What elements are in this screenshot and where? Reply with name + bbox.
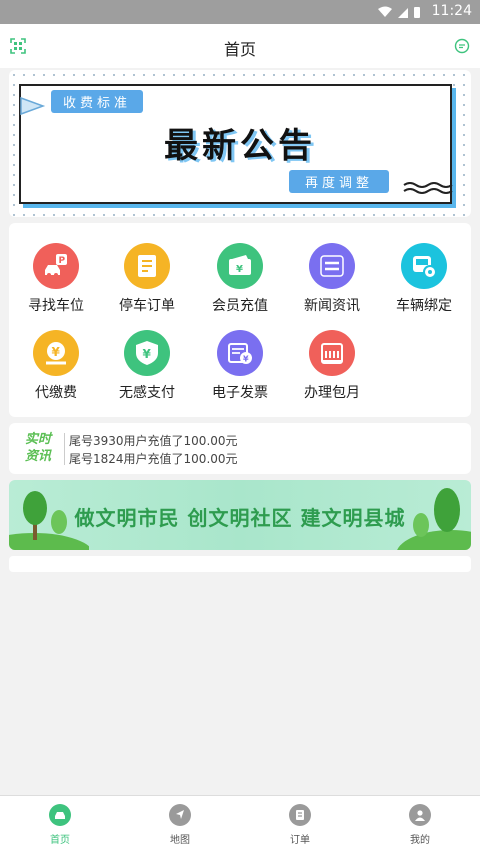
tab-label: 我的 bbox=[410, 835, 430, 846]
order-icon bbox=[289, 804, 311, 826]
grid-item-label: 办理包月 bbox=[304, 385, 360, 401]
svg-text:¥: ¥ bbox=[243, 355, 249, 364]
wallet-recharge-icon: ¥ bbox=[217, 243, 263, 289]
banner-tag-top: 收费标准 bbox=[51, 90, 144, 113]
user-icon bbox=[409, 804, 431, 826]
divider bbox=[64, 433, 65, 465]
banner-headline: 最新公告 bbox=[164, 126, 316, 166]
message-icon[interactable] bbox=[454, 38, 470, 54]
grid-item-monthly-pass[interactable]: 办理包月 bbox=[286, 330, 378, 402]
news-tag: 实时 资讯 bbox=[24, 432, 51, 464]
svg-text:¥: ¥ bbox=[52, 345, 61, 359]
order-list-icon bbox=[124, 243, 170, 289]
grid-item-parking-orders[interactable]: 停车订单 bbox=[101, 243, 193, 315]
civility-promo-banner[interactable]: 做文明市民 创文明社区 建文明县城 bbox=[9, 480, 471, 550]
promo-text: 做文明市民 创文明社区 建文明县城 bbox=[74, 506, 406, 530]
parking-car-icon: P bbox=[33, 243, 79, 289]
tab-label: 首页 bbox=[50, 835, 70, 846]
svg-text:P: P bbox=[59, 256, 66, 266]
app-bar: 首页 bbox=[0, 24, 480, 68]
monthly-pass-icon bbox=[309, 330, 355, 376]
svg-text:¥: ¥ bbox=[236, 264, 243, 275]
grid-item-label: 代缴费 bbox=[35, 385, 77, 401]
page-title: 首页 bbox=[223, 40, 256, 59]
coin-payment-icon: ¥ bbox=[33, 330, 79, 376]
vehicle-settings-icon bbox=[401, 243, 447, 289]
grid-item-member-recharge[interactable]: ¥ 会员充值 bbox=[194, 243, 286, 315]
news-icon bbox=[309, 243, 355, 289]
tab-label: 地图 bbox=[170, 835, 190, 846]
grid-item-label: 电子发票 bbox=[212, 385, 268, 401]
grid-item-label: 会员充值 bbox=[212, 298, 268, 314]
tab-map[interactable]: 地图 bbox=[120, 804, 240, 846]
placeholder-strip bbox=[9, 556, 471, 572]
navigation-icon bbox=[169, 804, 191, 826]
news-line: 尾号3930用户充值了100.00元 bbox=[69, 434, 238, 448]
wave-decoration bbox=[403, 182, 453, 194]
grid-item-label: 新闻资讯 bbox=[304, 298, 360, 314]
grid-item-label: 无感支付 bbox=[119, 385, 175, 401]
grid-item-seamless-pay[interactable]: ¥ 无感支付 bbox=[101, 330, 193, 402]
grid-item-news[interactable]: 新闻资讯 bbox=[286, 243, 378, 315]
banner-tag-bottom: 再度调整 bbox=[289, 170, 390, 193]
grid-item-label: 寻找车位 bbox=[28, 298, 84, 314]
clock: 11:24 bbox=[431, 3, 472, 19]
tab-label: 订单 bbox=[290, 835, 310, 846]
grid-item-label: 停车订单 bbox=[119, 298, 175, 314]
signal-battery-icon bbox=[378, 6, 420, 18]
grid-item-e-invoice[interactable]: ¥ 电子发票 bbox=[194, 330, 286, 402]
megaphone-icon bbox=[20, 96, 46, 116]
announcement-banner[interactable]: 收费标准 最新公告 再度调整 bbox=[9, 70, 471, 217]
grid-item-label: 车辆绑定 bbox=[396, 298, 452, 314]
status-bar: 11:24 bbox=[0, 0, 480, 24]
bottom-tab-bar: 首页 地图 订单 我的 bbox=[0, 795, 480, 853]
tab-home[interactable]: 首页 bbox=[0, 804, 120, 846]
grid-item-vehicle-binding[interactable]: 车辆绑定 bbox=[378, 243, 470, 315]
tab-orders[interactable]: 订单 bbox=[240, 804, 360, 846]
yuan-shield-icon: ¥ bbox=[124, 330, 170, 376]
realtime-news[interactable]: 实时 资讯 尾号3930用户充值了100.00元 尾号1824用户充值了100.… bbox=[9, 423, 471, 474]
tab-profile[interactable]: 我的 bbox=[360, 804, 480, 846]
news-line: 尾号1824用户充值了100.00元 bbox=[69, 452, 238, 466]
function-grid: P 寻找车位 停车订单 ¥ 会员充值 新闻资讯 车辆绑定 ¥ 代缴费 ¥ 无感支… bbox=[9, 223, 471, 417]
grid-item-find-parking[interactable]: P 寻找车位 bbox=[10, 243, 102, 315]
car-icon bbox=[49, 804, 71, 826]
svg-text:¥: ¥ bbox=[143, 347, 152, 361]
invoice-icon: ¥ bbox=[217, 330, 263, 376]
grid-item-proxy-payment[interactable]: ¥ 代缴费 bbox=[10, 330, 102, 402]
